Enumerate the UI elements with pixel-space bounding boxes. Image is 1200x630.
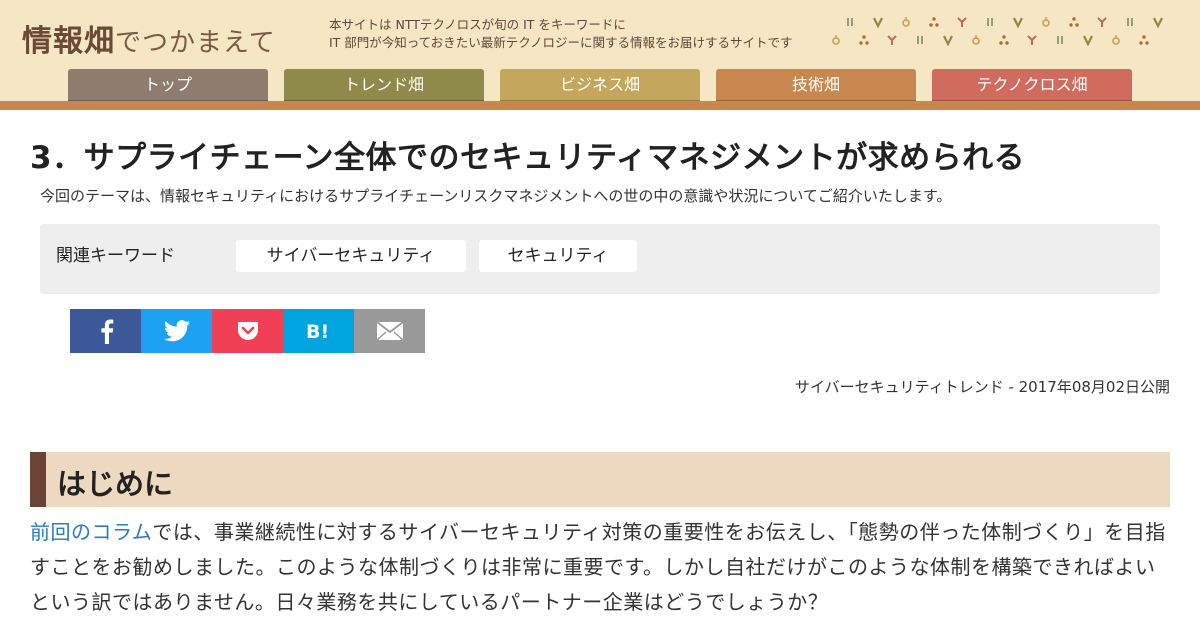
mail-icon xyxy=(375,321,404,341)
tab-technocross-label: テクノクロス畑 xyxy=(976,75,1088,94)
tab-technocross[interactable]: テクノクロス畑 xyxy=(932,69,1132,102)
email-share-button[interactable] xyxy=(354,309,425,353)
site-logo[interactable]: 情報畑でつかまえて xyxy=(22,16,276,60)
sprout-ring-icon xyxy=(1112,35,1120,45)
twitter-share-button[interactable] xyxy=(141,309,212,353)
article-title: 3．サプライチェーン全体でのセキュリティマネジメントが求められる xyxy=(30,140,1026,176)
svg-text:B!: B! xyxy=(306,321,329,342)
sprout-v-icon xyxy=(1013,17,1023,28)
sprout-v-icon xyxy=(873,17,883,28)
hatena-bookmark-share-button[interactable]: B! xyxy=(283,309,354,353)
sprout-dots-icon xyxy=(999,35,1009,45)
sprout-v-icon xyxy=(943,35,953,46)
tab-top[interactable]: トップ xyxy=(68,69,268,102)
sprout-pause-icon xyxy=(987,18,993,26)
section-heading: はじめに xyxy=(30,452,1170,507)
twitter-bird-icon xyxy=(163,320,190,342)
tagline-line-1: 本サイトは NTTテクノロスが旬の IT をキーワードに xyxy=(329,17,626,32)
pocket-icon xyxy=(237,322,258,340)
tab-top-label: トップ xyxy=(143,75,192,94)
sprout-dots-icon xyxy=(1069,17,1079,27)
sprout-pause-icon xyxy=(1127,18,1133,26)
tab-trend-label: トレンド畑 xyxy=(343,75,424,94)
tagline-line-2: IT 部門が今知っておきたい最新テクノロジーに関する情報をお届けするサイトです xyxy=(329,35,793,50)
tab-trend[interactable]: トレンド畑 xyxy=(284,69,484,102)
tab-technology[interactable]: 技術畑 xyxy=(716,69,916,102)
keyword-tag-security[interactable]: セキュリティ xyxy=(479,240,637,272)
sprout-pause-icon xyxy=(847,18,853,26)
sprout-dots-icon xyxy=(859,35,869,45)
sprout-y-icon xyxy=(1027,35,1037,45)
related-keywords-box: 関連キーワード サイバーセキュリティ セキュリティ xyxy=(40,224,1160,294)
sprout-ring-icon xyxy=(902,17,910,27)
header-divider xyxy=(0,101,1200,110)
sprout-v-icon xyxy=(1083,35,1093,46)
sprout-ring-icon xyxy=(972,35,980,45)
decorative-sprout-pattern xyxy=(830,14,1180,50)
tab-technology-label: 技術畑 xyxy=(791,75,840,94)
sprout-y-icon xyxy=(957,17,967,27)
keyword-tag-cybersecurity[interactable]: サイバーセキュリティ xyxy=(236,240,466,272)
sprout-v-icon xyxy=(1153,17,1163,28)
sprout-ring-icon xyxy=(832,35,840,45)
sprout-dots-icon xyxy=(929,17,939,27)
tab-business-label: ビジネス畑 xyxy=(559,75,640,94)
sprout-y-icon xyxy=(887,35,897,45)
related-keywords-label: 関連キーワード xyxy=(56,246,175,266)
section-heading-text: はじめに xyxy=(57,467,174,501)
logo-sub-text: でつかまえて xyxy=(115,28,276,58)
sprout-pause-icon xyxy=(1057,36,1063,44)
article-lead: 今回のテーマは、情報セキュリティにおけるサプライチェーンリスクマネジメントへの世… xyxy=(40,187,952,205)
sprout-ring-icon xyxy=(1042,17,1050,27)
article-publish-info: サイバーセキュリティトレンド - 2017年08月02日公開 xyxy=(794,378,1170,396)
facebook-icon xyxy=(100,319,113,344)
previous-column-link[interactable]: 前回のコラム xyxy=(30,520,152,544)
facebook-share-button[interactable] xyxy=(70,309,141,353)
sprout-pause-icon xyxy=(917,36,923,44)
section-body-text: では、事業継続性に対するサイバーセキュリティ対策の重要性をお伝えし、「態勢の伴っ… xyxy=(30,520,1166,614)
site-tagline: 本サイトは NTTテクノロスが旬の IT をキーワードに IT 部門が今知ってお… xyxy=(329,16,793,52)
sprout-dots-icon xyxy=(1139,35,1149,45)
site-header: 情報畑でつかまえて 本サイトは NTTテクノロスが旬の IT をキーワードに I… xyxy=(0,0,1200,110)
hatena-bookmark-icon: B! xyxy=(306,321,329,342)
pocket-share-button[interactable] xyxy=(212,309,283,353)
section-body-paragraph: 前回のコラムでは、事業継続性に対するサイバーセキュリティ対策の重要性をお伝えし、… xyxy=(30,515,1170,620)
logo-main-text: 情報畑 xyxy=(22,24,115,59)
tab-business[interactable]: ビジネス畑 xyxy=(500,69,700,102)
sprout-y-icon xyxy=(1097,17,1107,27)
section-heading-accent-bar xyxy=(30,452,46,507)
